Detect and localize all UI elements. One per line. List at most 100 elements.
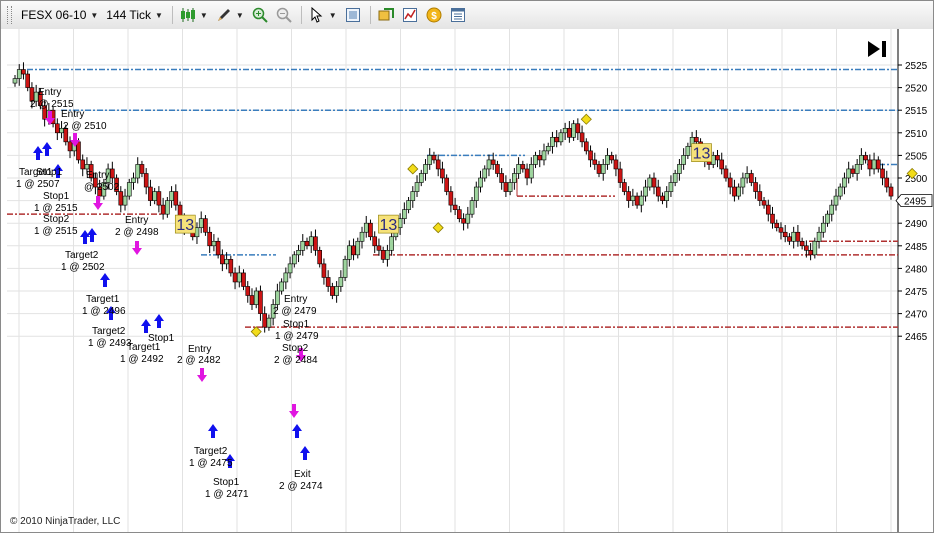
candle-body [165,200,170,215]
trade-annotation: Stop1 [283,319,310,330]
candle-body [558,132,564,143]
trade-annotation: Target2 [194,446,228,457]
candle-body [143,173,149,188]
copyright-text: © 2010 NinjaTrader, LLC [10,516,121,527]
candle-body [791,231,796,242]
trade-annotation: Target2 [65,250,99,261]
candle-body [727,177,733,188]
price-chart[interactable]: 2525 2520 2515 2510 2505 2500 2495 2490 2485 2480… [1,29,933,532]
indicators-button[interactable] [399,4,421,26]
candle-body [266,317,272,328]
svg-text:$: $ [431,11,437,22]
chart-style-button[interactable]: ▼ [177,4,211,26]
candle-body [588,150,593,161]
zoom-in-button[interactable] [249,4,271,26]
candle-body [313,236,318,251]
interval-selector[interactable]: 144 Tick ▼ [103,4,166,26]
trade-annotation: Stop1 [36,167,63,178]
candle-body [516,164,521,174]
candle-body [334,286,339,296]
candle-body [808,250,813,256]
candle-body [410,191,416,201]
candle-body [799,240,805,247]
candle-body [723,168,729,179]
y-tick-label: 2510 [905,129,928,140]
drawing-tools-button[interactable]: ▼ [213,4,247,26]
candle-body [694,137,699,143]
candle-body [385,250,390,260]
y-tick-label: 2505 [905,151,928,162]
trade-annotation: 1 @ 2479 [275,331,319,342]
candle-body [414,182,420,192]
interval-label: 144 Tick [106,8,151,22]
candle-body [774,222,780,229]
candle-body [262,313,267,328]
candle-body [21,69,26,75]
candle-body [545,146,551,152]
candle-body [80,159,86,170]
chevron-down-icon: ▼ [235,10,244,20]
candle-body [325,277,331,287]
candle-body [84,164,90,170]
candle-body [884,177,890,188]
candle-body [512,173,517,183]
count-label: 13 [380,217,398,234]
candle-body [321,263,327,278]
candle-body [537,155,543,161]
pointer-button[interactable]: ▼ [306,4,340,26]
chart-window: FESX 06-10 ▼ 144 Tick ▼ ▼ ▼ ▼ $ 2525 252… [0,0,934,533]
candle-body [478,177,483,188]
trade-annotation: Entry [125,215,148,226]
candle-body [867,159,873,170]
drawing-pen-icon [217,9,230,21]
trade-annotation: @ 2502 [84,182,120,193]
candle-body [275,290,280,305]
y-tick-label: 2520 [905,84,928,95]
candle-body [211,240,217,247]
candle-body [355,240,361,256]
strategies-icon [378,8,394,21]
candle-body [457,209,462,219]
candle-body [757,191,763,201]
last-price-label: 2495 [904,197,927,208]
strategies-button[interactable] [375,4,397,26]
candle-body [448,191,454,206]
candle-body [655,186,661,197]
toolbar-grip[interactable] [7,6,12,24]
candle-body [444,177,449,192]
candle-body [363,222,369,233]
scroll-to-end-icon[interactable] [865,39,889,59]
candle-body [131,177,136,183]
zoom-out-button[interactable] [273,4,295,26]
y-tick-label: 2475 [905,287,928,298]
candle-body [837,186,843,197]
candle-body [825,213,830,224]
candle-body [173,191,179,206]
market-analyzer-button[interactable]: $ [423,4,445,26]
candle-body [296,250,301,256]
candle-body [804,245,809,251]
candle-body [643,186,648,197]
candle-body [156,191,162,206]
candle-body [859,155,864,165]
candle-body [795,231,801,242]
properties-button[interactable] [447,4,469,26]
candle-body [300,240,306,251]
candle-body [520,164,526,170]
zoom-out-icon [276,7,292,23]
plot-background [1,29,933,532]
trade-annotation: 1 @ 2475 [189,458,233,469]
candle-body [562,127,568,134]
candle-body [495,164,500,174]
data-box-button[interactable] [342,4,364,26]
candle-body [220,254,225,265]
candle-body [584,141,589,152]
candle-body [126,182,132,197]
candle-body [135,164,141,179]
candle-body [372,236,378,247]
candle-body [622,182,627,192]
candle-body [744,173,750,179]
instrument-selector[interactable]: FESX 06-10 ▼ [18,4,101,26]
candle-body [232,272,238,283]
candle-body [25,73,30,88]
